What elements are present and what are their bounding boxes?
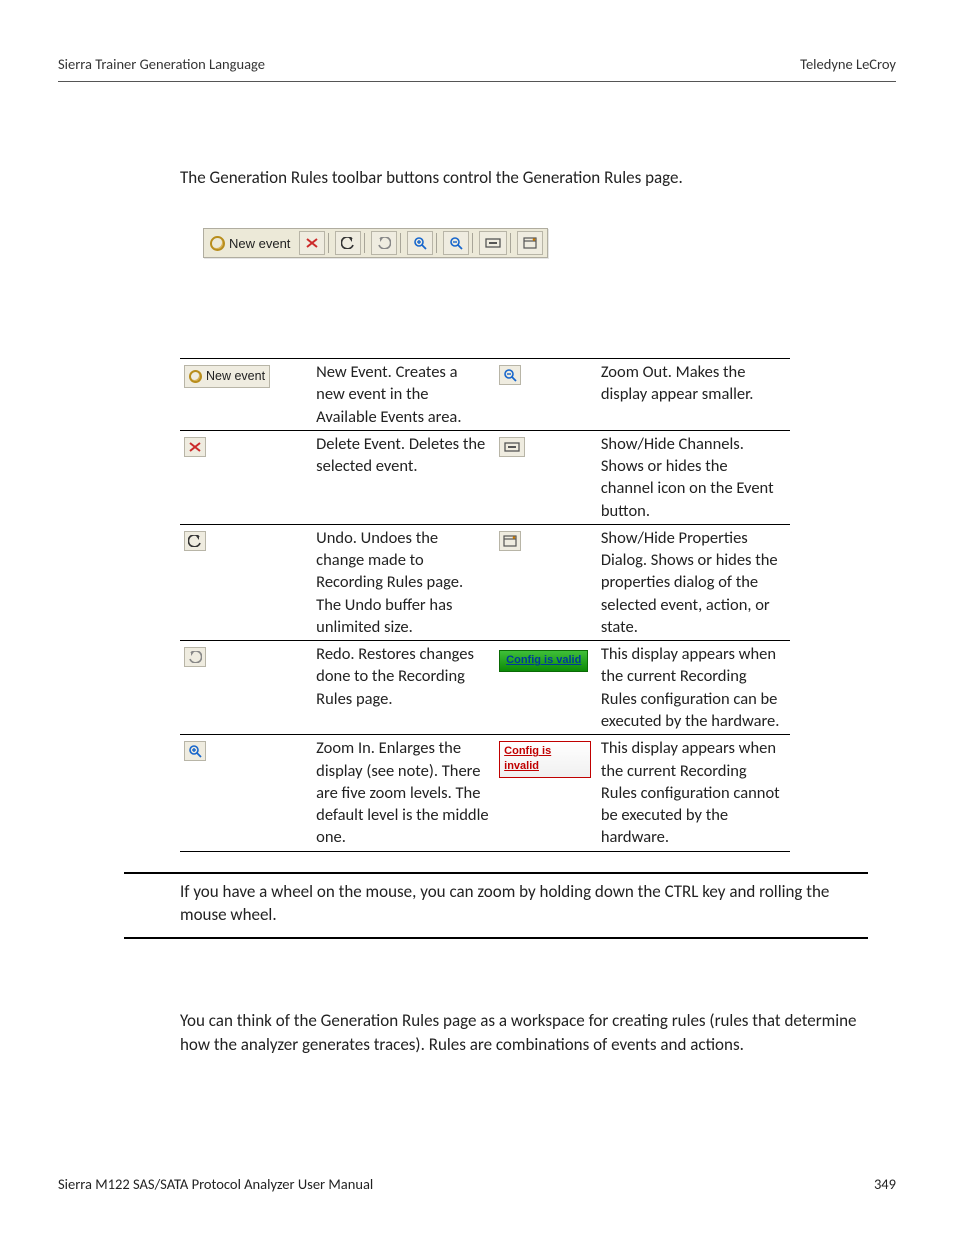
- redo-cell-icon: [184, 647, 206, 667]
- footer-left: Sierra M122 SAS/SATA Protocol Analyzer U…: [58, 1175, 373, 1193]
- ring-icon: [210, 236, 225, 251]
- header-right: Teledyne LeCroy: [800, 55, 896, 73]
- new-event-desc: New Event. Creates a new event in the Av…: [312, 359, 495, 431]
- zoom-out-desc: Zoom Out. Makes the display appear small…: [597, 359, 790, 431]
- redo-button[interactable]: [371, 231, 397, 255]
- properties-desc: Show/Hide Properties Dialog. Shows or hi…: [597, 524, 790, 640]
- delete-event-desc: Delete Event. Deletes the selected event…: [312, 430, 495, 524]
- toolbar-separator: [364, 233, 365, 253]
- toolbar-separator: [510, 233, 511, 253]
- new-event-cell-icon: New event: [184, 365, 270, 388]
- toolbar-separator: [328, 233, 329, 253]
- header-left: Sierra Trainer Generation Language: [58, 55, 265, 73]
- page-footer: Sierra M122 SAS/SATA Protocol Analyzer U…: [58, 1175, 896, 1193]
- page-header: Sierra Trainer Generation Language Teled…: [58, 55, 896, 82]
- undo-cell-icon: [184, 531, 206, 551]
- new-event-cell-label: New event: [206, 368, 265, 385]
- toolbar-separator: [400, 233, 401, 253]
- config-valid-desc: This display appears when the current Re…: [597, 641, 790, 735]
- toolbar-separator: [472, 233, 473, 253]
- ring-icon: [189, 370, 202, 383]
- undo-desc: Undo. Undoes the change made to Recordin…: [312, 524, 495, 640]
- toolbar-separator: [436, 233, 437, 253]
- toolbar-description-table: New event New Event. Creates a new event…: [180, 358, 896, 852]
- redo-desc: Redo. Restores changes done to the Recor…: [312, 641, 495, 735]
- workspace-paragraph: You can think of the Generation Rules pa…: [180, 1009, 868, 1057]
- zoom-out-cell-icon: [499, 365, 521, 385]
- footer-page-number: 349: [874, 1175, 896, 1193]
- zoom-in-button[interactable]: [407, 231, 433, 255]
- config-invalid-desc: This display appears when the current Re…: [597, 735, 790, 851]
- intro-text: The Generation Rules toolbar buttons con…: [180, 167, 896, 188]
- channels-desc: Show/Hide Channels. Shows or hides the c…: [597, 430, 790, 524]
- new-event-tool-label: New event: [229, 236, 290, 251]
- generation-rules-toolbar: New event: [203, 228, 548, 258]
- channels-toggle-button[interactable]: [479, 231, 507, 255]
- document-page: Sierra Trainer Generation Language Teled…: [0, 0, 954, 1235]
- config-valid-badge: Config is valid: [499, 650, 588, 672]
- zoom-in-cell-icon: [184, 741, 206, 761]
- config-invalid-badge: Config is invalid: [499, 741, 591, 778]
- properties-cell-icon: [499, 531, 521, 551]
- delete-event-button[interactable]: [299, 231, 325, 255]
- undo-button[interactable]: [335, 231, 361, 255]
- channels-cell-icon: [499, 437, 525, 457]
- properties-toggle-button[interactable]: [517, 231, 543, 255]
- zoom-in-desc: Zoom In. Enlarges the display (see note)…: [312, 735, 495, 851]
- delete-event-cell-icon: [184, 437, 206, 457]
- mouse-wheel-note: If you have a wheel on the mouse, you ca…: [124, 872, 868, 940]
- zoom-out-button[interactable]: [443, 231, 469, 255]
- note-text: If you have a wheel on the mouse, you ca…: [180, 880, 868, 928]
